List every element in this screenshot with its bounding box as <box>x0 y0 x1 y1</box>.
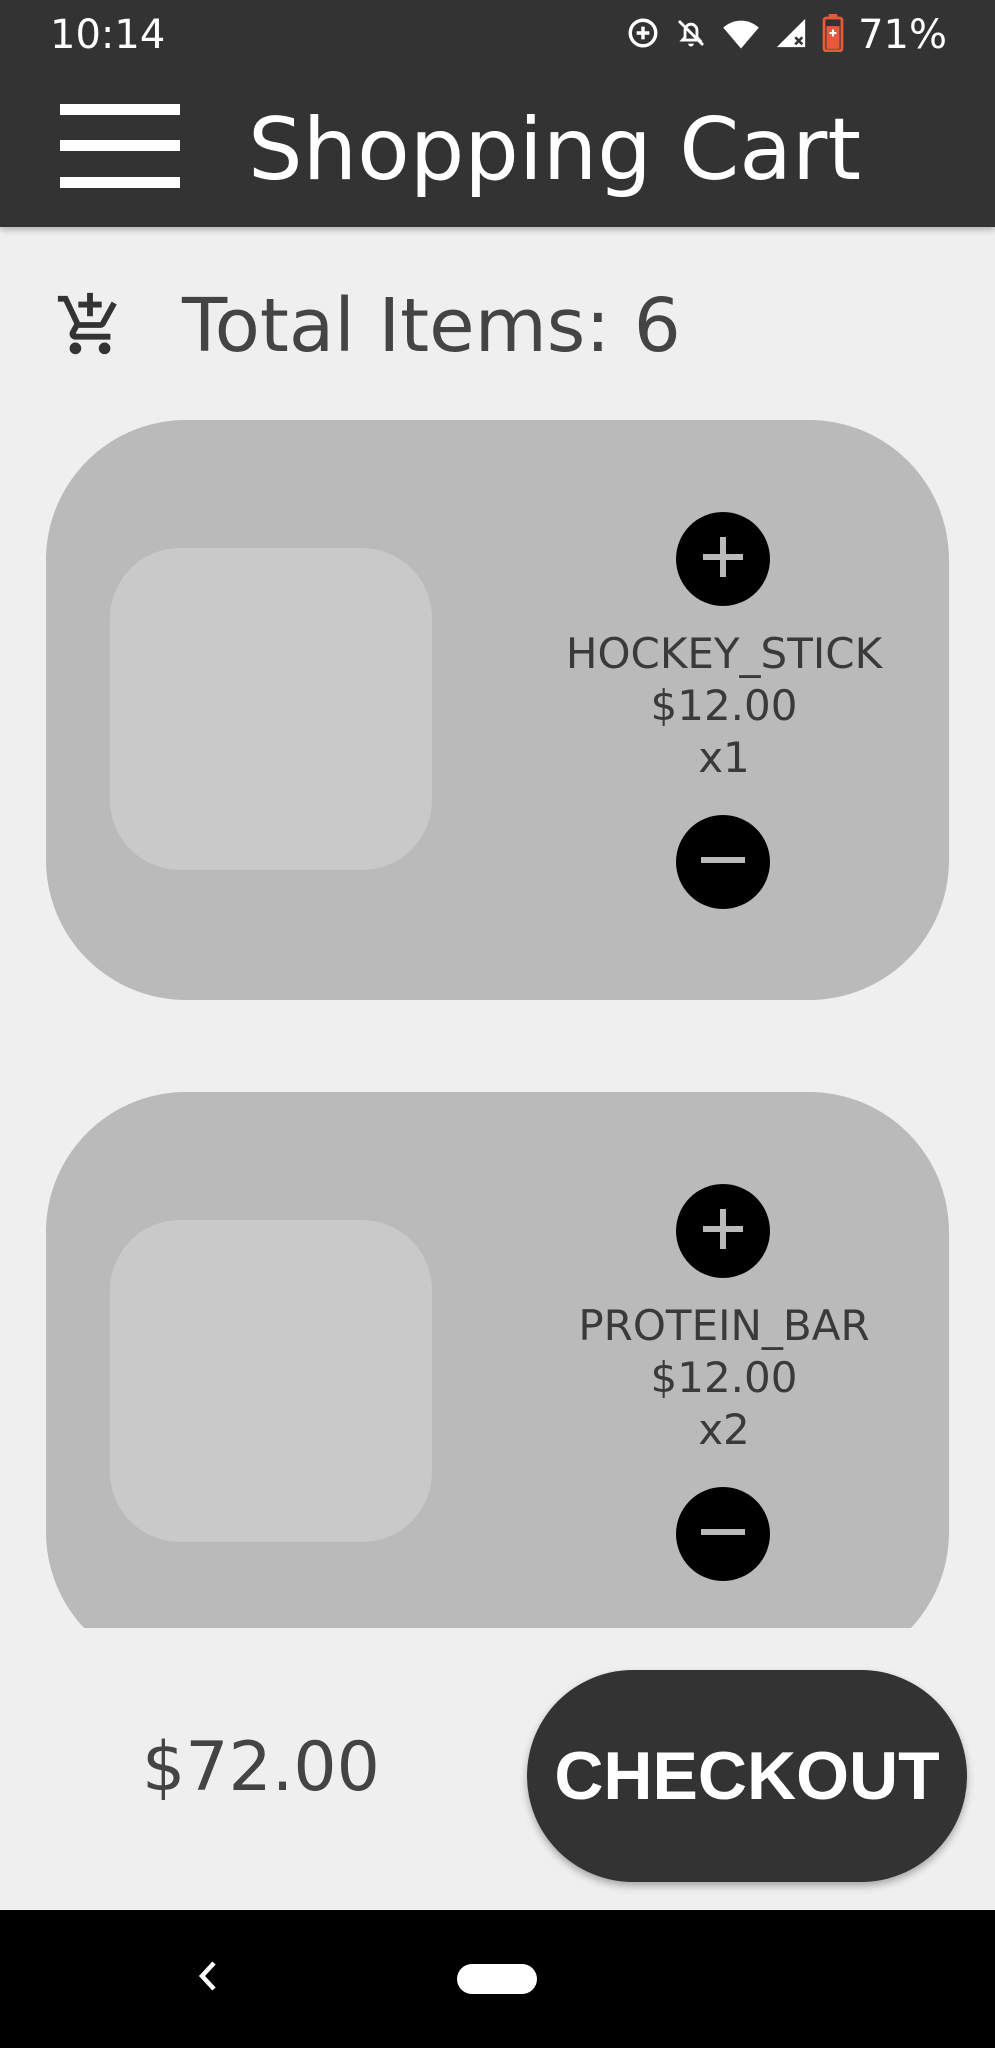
data-saver-icon <box>626 16 660 54</box>
back-chevron-icon <box>196 1959 220 1997</box>
decrease-quantity-button[interactable] <box>676 815 770 909</box>
total-items-label: Total Items: 6 <box>182 283 681 369</box>
minus-icon <box>695 832 751 892</box>
page-title: Shopping Cart <box>248 100 862 200</box>
hamburger-menu-icon <box>60 104 180 192</box>
battery-icon <box>822 14 844 56</box>
plus-icon <box>695 529 751 589</box>
status-time: 10:14 <box>50 12 166 58</box>
checkout-button[interactable]: CHECKOUT <box>527 1670 967 1882</box>
decrease-quantity-button[interactable] <box>676 1487 770 1581</box>
item-details: HOCKEY_STICK $12.00 x1 <box>524 628 924 784</box>
status-bar: 10:14 71% <box>0 0 995 70</box>
item-price: $12.00 <box>650 681 798 730</box>
total-price: $72.00 <box>142 1728 380 1807</box>
app-bar: Shopping Cart <box>0 70 995 227</box>
item-name: PROTEIN_BAR <box>578 1301 870 1350</box>
back-button[interactable] <box>186 1948 230 2008</box>
menu-button[interactable] <box>50 98 190 198</box>
item-quantity: x2 <box>698 1405 750 1454</box>
add-shopping-cart-icon <box>55 290 125 360</box>
cart-summary: Total Items: 6 <box>0 265 995 385</box>
item-details: PROTEIN_BAR $12.00 x2 <box>524 1300 924 1456</box>
wifi-icon <box>722 16 760 54</box>
cart-list[interactable]: HOCKEY_STICK $12.00 x1 PROTEIN_BAR $12.0… <box>0 420 995 1628</box>
item-price: $12.00 <box>650 1353 798 1402</box>
increase-quantity-button[interactable] <box>676 1184 770 1278</box>
product-image <box>110 548 432 870</box>
item-name: HOCKEY_STICK <box>565 629 883 678</box>
status-icons: 71% <box>626 12 947 58</box>
system-navigation-bar <box>0 1910 995 2048</box>
notifications-off-icon <box>674 16 708 54</box>
item-quantity: x1 <box>698 733 750 782</box>
checkout-bar: $72.00 CHECKOUT <box>0 1628 995 1910</box>
cart-item: HOCKEY_STICK $12.00 x1 <box>46 420 949 1000</box>
product-image <box>110 1220 432 1542</box>
minus-icon <box>695 1504 751 1564</box>
battery-percentage: 71% <box>858 12 947 58</box>
increase-quantity-button[interactable] <box>676 512 770 606</box>
cell-signal-icon <box>774 16 808 54</box>
cart-item: PROTEIN_BAR $12.00 x2 <box>46 1092 949 1628</box>
plus-icon <box>695 1201 751 1261</box>
home-pill-button[interactable] <box>457 1964 537 1994</box>
